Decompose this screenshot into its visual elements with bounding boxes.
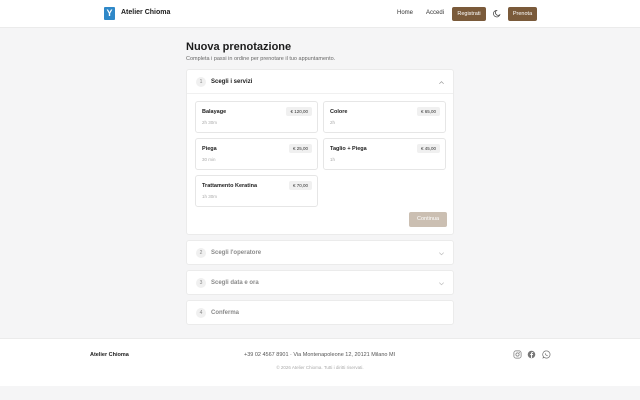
service-price: € 65,00	[416, 107, 440, 116]
facebook-icon[interactable]	[527, 350, 536, 359]
service-duration: 1h	[330, 157, 336, 162]
service-duration: 2h 30m	[202, 120, 218, 125]
step-operator-header: Scegli l'operatore	[211, 250, 262, 256]
service-price: € 45,00	[416, 144, 440, 153]
step-number: 2	[196, 248, 206, 258]
instagram-icon[interactable]	[513, 350, 522, 359]
step-operator-panel[interactable]: 2 Scegli l'operatore	[186, 240, 454, 265]
chevron-down-icon	[439, 252, 444, 256]
step-datetime-panel[interactable]: 3 Scegli data e ora	[186, 270, 454, 295]
step-number: 1	[196, 77, 206, 87]
service-card-keratina[interactable]: Trattamento Keratina 1h 30m € 70,00	[195, 175, 318, 207]
chevron-down-icon	[439, 282, 444, 286]
service-price: € 25,00	[288, 144, 312, 153]
nav-home-link[interactable]: Home	[397, 10, 413, 16]
footer-brand: Atelier Chioma	[90, 352, 129, 358]
service-duration: 2h	[330, 120, 336, 125]
register-button[interactable]: Registrati	[452, 7, 486, 21]
book-button[interactable]: Prenota	[508, 7, 537, 21]
step-datetime-header: Scegli data e ora	[211, 280, 259, 286]
service-name: Piega	[202, 146, 217, 152]
step-number: 4	[196, 308, 206, 318]
service-duration: 1h 30m	[202, 194, 218, 199]
moon-icon[interactable]	[493, 9, 502, 18]
step-services-panel: 1 Scegli i servizi Balayage 2h 30m € 120…	[186, 69, 454, 235]
service-card-taglio-piega[interactable]: Taglio + Piega 1h € 45,00	[323, 138, 446, 170]
step-number: 3	[196, 278, 206, 288]
page-title: Nuova prenotazione	[186, 41, 292, 53]
step-services-header[interactable]: Scegli i servizi	[211, 79, 252, 85]
chevron-up-icon[interactable]	[438, 79, 445, 86]
step-confirm-header: Conferma	[211, 310, 240, 316]
continue-button[interactable]: Continua	[409, 212, 447, 227]
footer-contact: +39 02 4567 8901 · Via Montenapoleone 12…	[244, 352, 396, 358]
nav-login-link[interactable]: Accedi	[426, 10, 444, 16]
whatsapp-icon[interactable]	[542, 350, 551, 359]
step-confirm-panel[interactable]: 4 Conferma	[186, 300, 454, 325]
divider	[187, 93, 453, 94]
page-subtitle: Completa i passi in ordine per prenotare…	[186, 56, 336, 62]
service-card-piega[interactable]: Piega 30 min € 25,00	[195, 138, 318, 170]
service-name: Taglio + Piega	[330, 146, 367, 152]
service-card-balayage[interactable]: Balayage 2h 30m € 120,00	[195, 101, 318, 133]
footer-copyright: © 2026 Atelier Chioma. Tutti i diritti r…	[276, 365, 364, 370]
service-price: € 120,00	[286, 107, 312, 116]
service-name: Balayage	[202, 109, 227, 115]
site-header: Y Atelier Chioma Home Accedi Registrati …	[0, 0, 640, 28]
service-duration: 30 min	[202, 157, 216, 162]
logo-icon[interactable]: Y	[104, 7, 115, 20]
site-footer: Atelier Chioma +39 02 4567 8901 · Via Mo…	[0, 338, 640, 386]
service-price: € 70,00	[288, 181, 312, 190]
brand-name[interactable]: Atelier Chioma	[121, 9, 170, 16]
service-name: Trattamento Keratina	[202, 183, 258, 189]
service-card-colore[interactable]: Colore 2h € 65,00	[323, 101, 446, 133]
service-name: Colore	[330, 109, 348, 115]
